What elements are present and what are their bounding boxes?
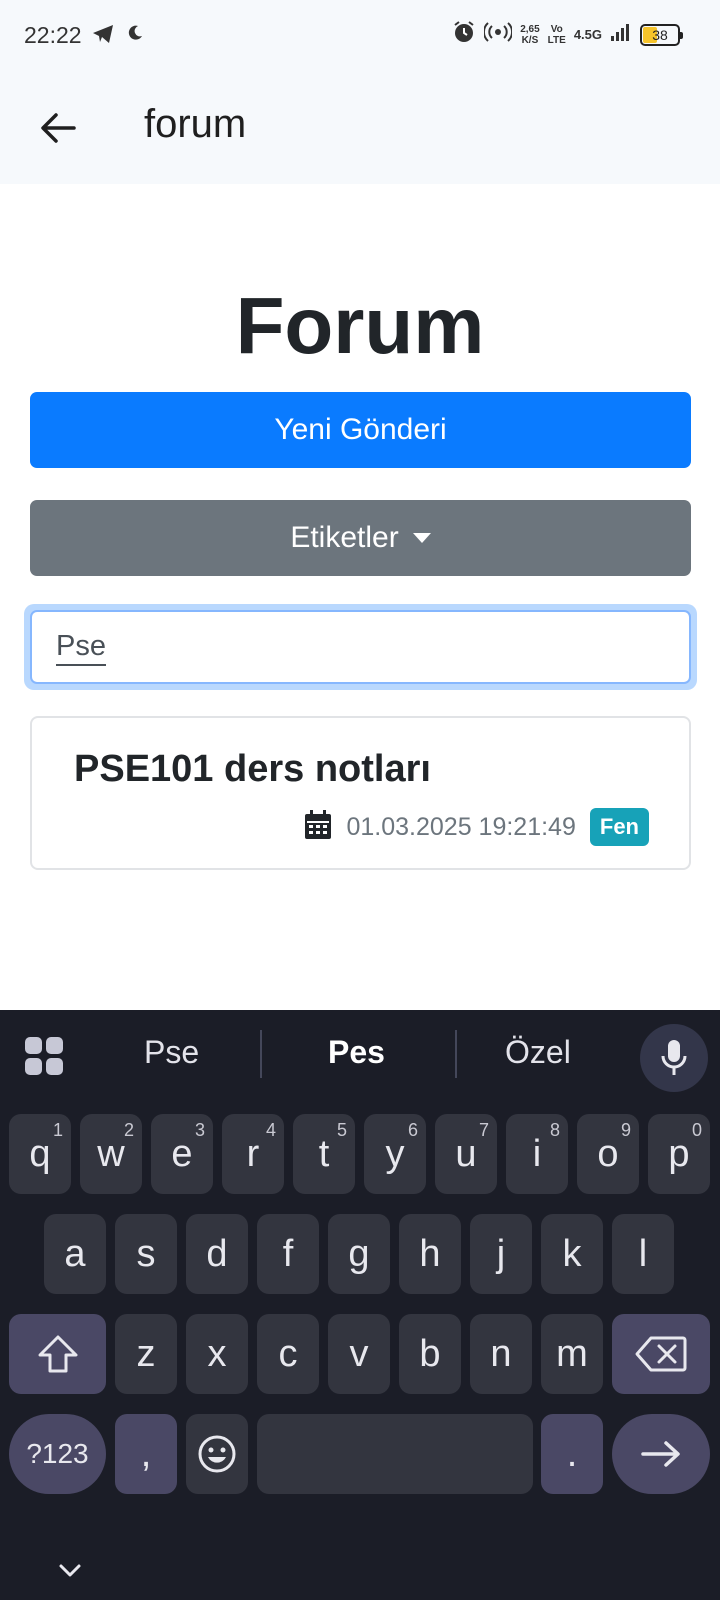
key-e[interactable]: e3 [151,1114,213,1194]
symbols-key[interactable]: ?123 [9,1414,106,1494]
period-key[interactable]: . [541,1414,603,1494]
suggestion-3[interactable]: Özel [505,1034,571,1071]
microphone-button[interactable] [640,1024,708,1092]
key-v[interactable]: v [328,1314,390,1394]
key-j[interactable]: j [470,1214,532,1294]
key-m[interactable]: m [541,1314,603,1394]
key-d[interactable]: d [186,1214,248,1294]
network-type: 4.5G [573,27,602,42]
key-q[interactable]: q1 [9,1114,71,1194]
key-z[interactable]: z [115,1314,177,1394]
arrow-right-icon [641,1441,680,1467]
key-g[interactable]: g [328,1214,390,1294]
status-time: 22:22 [24,22,82,48]
enter-key[interactable] [612,1414,710,1494]
keyboard-suggestion-bar: Pse Pes Özel [0,1010,720,1106]
key-t[interactable]: t5 [293,1114,355,1194]
key-u[interactable]: u7 [435,1114,497,1194]
shift-icon [38,1335,77,1373]
telegram-icon [92,24,114,49]
moon-icon [126,24,144,49]
key-o[interactable]: o9 [577,1114,639,1194]
apps-grid-icon[interactable] [24,1036,68,1080]
key-w[interactable]: w2 [80,1114,142,1194]
on-screen-keyboard: Pse Pes Özel q1 w2 e3 r4 t5 y6 u7 i8 o9 … [0,1010,720,1600]
new-post-button[interactable]: Yeni Gönderi [30,392,691,468]
volte-indicator: Vo LTE [547,23,566,46]
microphone-icon [661,1040,687,1075]
key-h[interactable]: h [399,1214,461,1294]
key-b[interactable]: b [399,1314,461,1394]
backspace-key[interactable] [612,1314,710,1394]
app-bar: forum [0,72,720,184]
key-n[interactable]: n [470,1314,532,1394]
key-p[interactable]: p0 [648,1114,710,1194]
tags-dropdown-button[interactable]: Etiketler [30,500,691,576]
search-focus-ring: Pse [24,604,697,690]
key-a[interactable]: a [44,1214,106,1294]
chevron-down-icon [59,1564,81,1577]
key-k[interactable]: k [541,1214,603,1294]
comma-key[interactable]: , [115,1414,177,1494]
suggestion-2[interactable]: Pes [328,1034,385,1071]
key-y[interactable]: y6 [364,1114,426,1194]
hotspot-icon [483,21,514,48]
app-bar-title: forum [144,102,247,146]
hide-keyboard-button[interactable] [48,1550,92,1590]
suggestion-1[interactable]: Pse [144,1034,199,1071]
page-title: Forum [235,281,485,370]
data-speed: 2,65 K/S [520,23,540,46]
space-key[interactable] [257,1414,533,1494]
post-card[interactable]: PSE101 ders notları 01.03.2025 19:21:49 … [30,716,691,870]
post-date: 01.03.2025 19:21:49 [346,812,576,841]
search-input-value: Pse [56,628,106,666]
emoji-key[interactable] [186,1414,248,1494]
post-title[interactable]: PSE101 ders notları [74,748,431,791]
key-f[interactable]: f [257,1214,319,1294]
caret-down-icon [412,533,431,543]
battery-icon: 38 [640,23,683,46]
key-c[interactable]: c [257,1314,319,1394]
arrow-left-icon [41,113,76,143]
key-x[interactable]: x [186,1314,248,1394]
search-input[interactable]: Pse [30,610,691,684]
alarm-icon [452,20,476,49]
post-meta: 01.03.2025 19:21:49 Fen [304,808,649,846]
key-r[interactable]: r4 [222,1114,284,1194]
signal-icon [610,22,632,47]
backspace-icon [635,1336,687,1372]
shift-key[interactable] [9,1314,106,1394]
tag-badge[interactable]: Fen [589,808,649,846]
key-s[interactable]: s [115,1214,177,1294]
emoji-icon [198,1435,236,1473]
calendar-icon [304,809,332,845]
key-i[interactable]: i8 [506,1114,568,1194]
back-button[interactable] [30,100,86,156]
status-bar: 22:22 2,65 K/S Vo LTE 4.5G 38 [0,0,720,72]
key-l[interactable]: l [612,1214,674,1294]
